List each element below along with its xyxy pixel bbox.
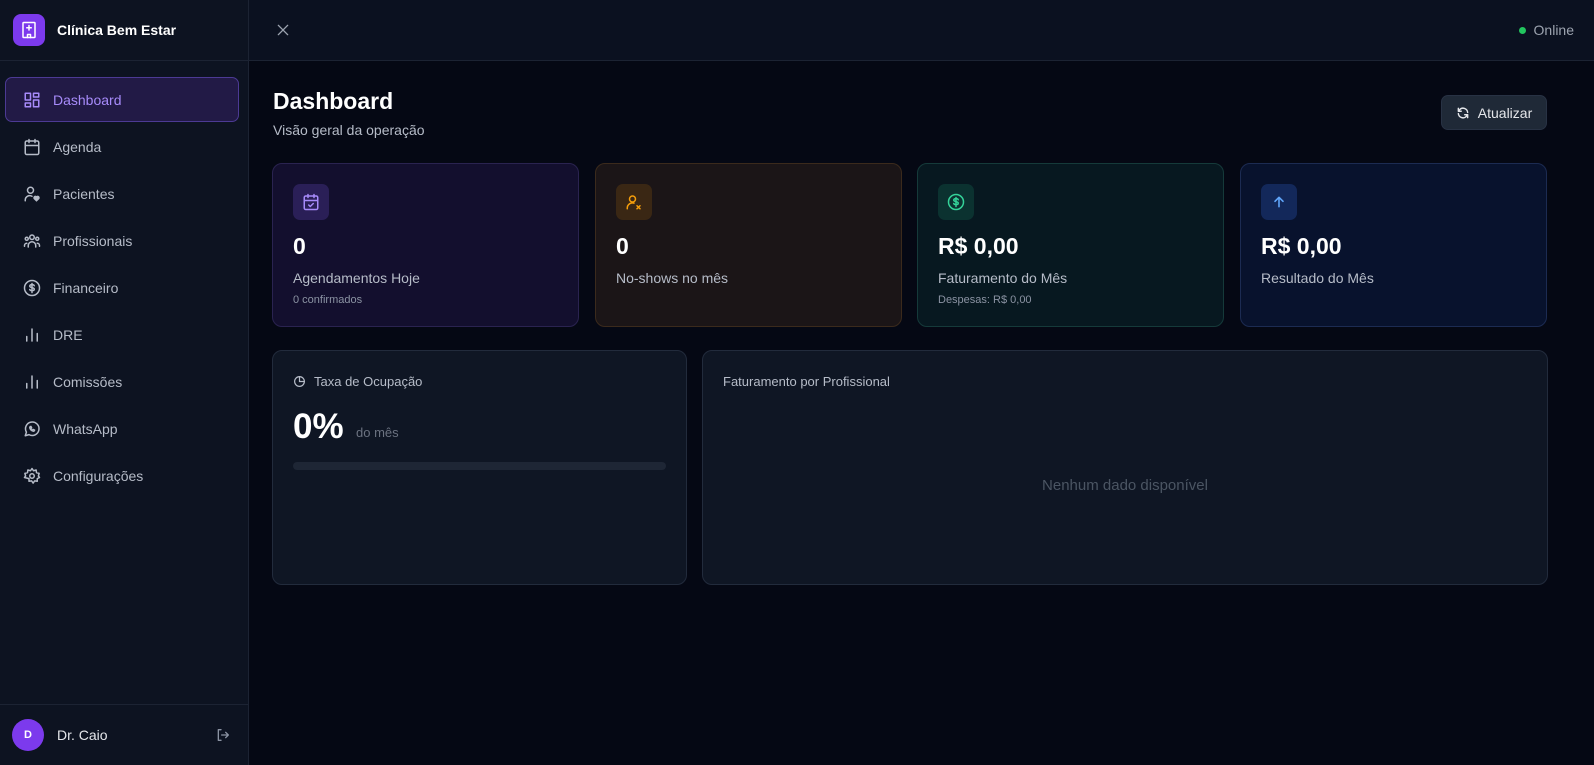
dashboard-icon (24, 92, 40, 107)
occupancy-panel: Taxa de Ocupação 0% do mês (272, 350, 687, 585)
topbar: Online (249, 0, 1594, 61)
stat-label: No-shows no mês (616, 270, 729, 286)
sidebar-item-agenda[interactable]: Agenda (5, 124, 239, 169)
refresh-label: Atualizar (1477, 104, 1533, 121)
sidebar-item-label: Comissões (53, 373, 123, 390)
stat-card-no-shows: 0 No-shows no mês (595, 163, 902, 327)
stat-label: Agendamentos Hoje (293, 270, 420, 286)
sidebar-item-comissoes[interactable]: Comissões (5, 359, 239, 404)
close-icon[interactable] (275, 22, 291, 38)
sidebar-item-label: WhatsApp (53, 420, 118, 437)
avatar[interactable]: D (12, 719, 44, 751)
sidebar-item-label: Pacientes (53, 185, 115, 202)
sidebar-item-profissionais[interactable]: Profissionais (5, 218, 239, 263)
sidebar-item-label: DRE (53, 326, 83, 343)
dollar-circle-icon (23, 279, 41, 296)
stat-value: 0 (616, 233, 629, 259)
sidebar-item-label: Configurações (53, 467, 144, 484)
dollar-circle-icon (938, 184, 974, 220)
user-name: Dr. Caio (57, 727, 108, 743)
occupancy-sub: do mês (356, 425, 399, 440)
calendar-check-icon (293, 184, 329, 220)
status-label: Online (1533, 22, 1574, 38)
sidebar-item-label: Dashboard (53, 91, 122, 108)
stat-label: Resultado do Mês (1261, 270, 1374, 286)
brand: Clínica Bem Estar (0, 0, 248, 61)
hospital-icon (13, 14, 45, 46)
bar-chart-icon (26, 374, 38, 389)
sidebar-item-whatsapp[interactable]: WhatsApp (5, 406, 239, 451)
connection-status: Online (1518, 22, 1574, 38)
page-title: Dashboard (273, 88, 394, 114)
panel-title: Faturamento por Profissional (723, 374, 890, 389)
user-heart-icon (24, 186, 40, 202)
sidebar-item-pacientes[interactable]: Pacientes (5, 171, 239, 216)
occupancy-title: Taxa de Ocupação (314, 374, 423, 389)
panel-title: Taxa de Ocupação (293, 374, 422, 389)
sidebar: Clínica Bem Estar Dashboard Agenda Pacie… (0, 0, 249, 765)
stat-card-monthly-revenue: R$ 0,00 Faturamento do Mês Despesas: R$ … (917, 163, 1224, 327)
stat-value: R$ 0,00 (1261, 233, 1342, 259)
user-x-icon (616, 184, 652, 220)
sidebar-item-dashboard[interactable]: Dashboard (5, 77, 239, 122)
empty-state-message: Nenhum dado disponível (1042, 477, 1208, 494)
pie-chart-icon (294, 376, 305, 387)
users-icon (23, 233, 41, 248)
status-dot (1518, 26, 1526, 34)
stat-label: Faturamento do Mês (938, 270, 1068, 286)
arrow-up-icon (1261, 184, 1297, 220)
logout-icon[interactable] (215, 727, 231, 743)
stat-sub: 0 confirmados (293, 294, 363, 306)
stat-card-monthly-result: R$ 0,00 Resultado do Mês (1240, 163, 1547, 327)
page-subtitle: Visão geral da operação (273, 122, 425, 138)
sidebar-item-label: Profissionais (53, 232, 133, 249)
occupancy-value: 0% (293, 407, 344, 446)
occupancy-progress-bar (293, 462, 666, 470)
sidebar-item-dre[interactable]: DRE (5, 312, 239, 357)
sidebar-item-financeiro[interactable]: Financeiro (5, 265, 239, 310)
revenue-by-professional-panel: Faturamento por Profissional Nenhum dado… (702, 350, 1548, 585)
gear-icon (23, 467, 41, 484)
user-panel: D Dr. Caio (0, 704, 248, 765)
stat-sub: Despesas: R$ 0,00 (938, 294, 1032, 306)
whatsapp-icon (24, 420, 40, 436)
sidebar-nav: Dashboard Agenda Pacientes Profissionais… (0, 61, 248, 498)
sidebar-item-configuracoes[interactable]: Configurações (5, 453, 239, 498)
stat-value: R$ 0,00 (938, 233, 1019, 259)
bar-chart-icon (26, 327, 38, 342)
refresh-icon (1457, 107, 1469, 118)
sidebar-item-label: Agenda (53, 138, 102, 155)
sidebar-item-label: Financeiro (53, 279, 119, 296)
stat-value: 0 (293, 233, 306, 259)
stat-card-appointments-today: 0 Agendamentos Hoje 0 confirmados (272, 163, 579, 327)
revenue-panel-title: Faturamento por Profissional (723, 374, 890, 389)
refresh-button[interactable]: Atualizar (1441, 95, 1547, 130)
calendar-icon (24, 138, 40, 155)
brand-name: Clínica Bem Estar (57, 22, 177, 38)
